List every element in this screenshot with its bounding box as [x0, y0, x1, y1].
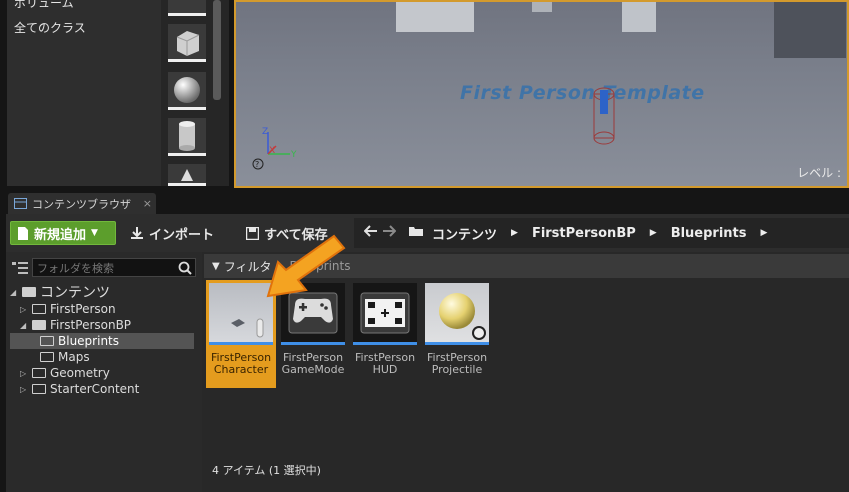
- import-button[interactable]: インポート: [130, 221, 214, 245]
- shape-icon-column: [161, 0, 229, 186]
- chevron-right-icon[interactable]: ▶: [511, 228, 518, 238]
- chevron-right-icon[interactable]: ▶: [650, 228, 657, 238]
- folder-icon: [32, 320, 46, 330]
- viewport-template-text: First Person Template: [460, 82, 705, 104]
- asset-firstperson-hud[interactable]: FirstPerson HUD: [350, 280, 420, 388]
- forward-arrow-icon[interactable]: [382, 225, 397, 241]
- content-browser-tab[interactable]: コンテンツブラウザ ×: [8, 193, 156, 214]
- asset-label: FirstPerson Character: [210, 351, 272, 376]
- folder-icon: [40, 352, 54, 362]
- tree-toggle-icon[interactable]: [12, 261, 28, 275]
- tree-item-label: FirstPerson: [50, 302, 116, 316]
- tree-item-blueprints[interactable]: Blueprints: [10, 333, 194, 349]
- viewport-cube: [622, 2, 656, 32]
- collapsed-arrow-icon[interactable]: ▷: [20, 369, 28, 378]
- close-icon[interactable]: ×: [143, 197, 152, 210]
- add-new-button[interactable]: 新規追加 ▼: [10, 221, 116, 245]
- tree-item-label: StarterContent: [50, 382, 140, 396]
- folder-icon: [22, 287, 36, 297]
- folder-search-input[interactable]: フォルダを検索: [32, 258, 196, 277]
- cylinder-shape-icon[interactable]: [168, 118, 206, 156]
- chevron-down-icon: ▼: [91, 228, 98, 238]
- folder-icon: [408, 225, 424, 241]
- content-browser-icon: [14, 198, 27, 209]
- content-browser-toolbar: 新規追加 ▼ インポート すべて保存 コンテンツ ▶ FirstPersonBP…: [6, 214, 849, 252]
- tree-item-geometry[interactable]: ▷ Geometry: [20, 365, 110, 381]
- collapsed-arrow-icon[interactable]: ▷: [20, 385, 28, 394]
- projectile-sphere-icon: [439, 293, 486, 340]
- asset-firstperson-projectile[interactable]: FirstPerson Projectile: [422, 280, 492, 388]
- path-breadcrumb: コンテンツ ▶ FirstPersonBP ▶ Blueprints ▶: [354, 218, 849, 248]
- svg-text:X: X: [269, 146, 275, 156]
- folder-icon: [32, 384, 46, 394]
- tree-item-firstpersonbp[interactable]: ◢ FirstPersonBP: [20, 317, 131, 333]
- folder-icon: [40, 336, 54, 346]
- level-label: レベル :: [797, 166, 841, 180]
- tree-item-label: Blueprints: [58, 334, 120, 348]
- axis-gizmo: Z Y X ?: [252, 127, 297, 170]
- svg-text:?: ?: [255, 160, 259, 169]
- add-new-label: 新規追加: [34, 227, 87, 243]
- hud-thumbnail: [353, 283, 417, 345]
- cone-shape-icon[interactable]: [168, 164, 206, 186]
- level-viewport[interactable]: First Person Template Z Y X ? レベル :: [234, 0, 849, 188]
- breadcrumb-firstpersonbp[interactable]: FirstPersonBP: [532, 226, 636, 241]
- new-file-icon: [18, 226, 28, 240]
- collapsed-arrow-icon[interactable]: ▷: [20, 305, 28, 314]
- tree-item-startercontent[interactable]: ▷ StarterContent: [20, 381, 139, 397]
- filter-icon[interactable]: ▼: [212, 261, 220, 272]
- asset-label: FirstPerson GameMode: [281, 351, 345, 376]
- import-icon: [131, 227, 143, 239]
- item-count-status: 4 アイテム (1 選択中): [212, 464, 321, 477]
- tree-item-label: FirstPersonBP: [50, 318, 132, 332]
- folder-tree-panel: フォルダを検索 ◢ コンテンツ ▷ FirstPerson ◢ FirstPer…: [6, 252, 202, 492]
- folder-icon: [32, 368, 46, 378]
- tree-item-label: Geometry: [50, 366, 110, 380]
- class-item-volume[interactable]: ボリューム: [14, 0, 74, 11]
- tab-label: コンテンツブラウザ: [32, 197, 131, 211]
- back-arrow-icon[interactable]: [363, 225, 378, 241]
- pointer-arrow-icon: [266, 234, 346, 298]
- icon-scrollbar[interactable]: [213, 0, 221, 100]
- save-icon: [246, 226, 259, 240]
- chevron-right-icon[interactable]: ▶: [761, 228, 768, 238]
- viewport-cube: [532, 2, 552, 12]
- projectile-thumbnail: [425, 283, 489, 345]
- expanded-arrow-icon[interactable]: ◢: [20, 321, 28, 330]
- tree-item-label: コンテンツ: [40, 285, 110, 301]
- sphere-shape-icon[interactable]: [168, 72, 206, 110]
- tree-item-label: Maps: [58, 350, 90, 364]
- class-list-panel: ボリューム 全てのクラス: [7, 0, 162, 186]
- viewport-cube: [396, 2, 474, 32]
- breadcrumb-blueprints[interactable]: Blueprints: [671, 226, 747, 241]
- breadcrumb-content[interactable]: コンテンツ: [432, 224, 497, 243]
- tree-item-maps[interactable]: Maps: [40, 349, 90, 365]
- svg-text:Z: Z: [262, 127, 268, 137]
- folder-icon: [32, 304, 46, 314]
- asset-label: FirstPerson Projectile: [426, 351, 488, 376]
- hud-icon: [360, 292, 410, 334]
- search-icon: [178, 261, 192, 275]
- viewport-wall: [774, 2, 846, 58]
- asset-label: FirstPerson HUD: [354, 351, 416, 376]
- svg-text:Y: Y: [290, 150, 297, 160]
- tree-item-firstperson[interactable]: ▷ FirstPerson: [20, 301, 116, 317]
- cube-shape-icon[interactable]: [168, 24, 206, 62]
- class-item-all-classes[interactable]: 全てのクラス: [14, 19, 86, 36]
- tree-item-content[interactable]: ◢ コンテンツ: [10, 284, 110, 301]
- import-label: インポート: [149, 227, 215, 243]
- player-start-capsule: [593, 87, 615, 145]
- shape-trigger-icon[interactable]: [168, 0, 206, 16]
- folder-search-placeholder: フォルダを検索: [37, 261, 114, 275]
- expanded-arrow-icon[interactable]: ◢: [10, 288, 18, 297]
